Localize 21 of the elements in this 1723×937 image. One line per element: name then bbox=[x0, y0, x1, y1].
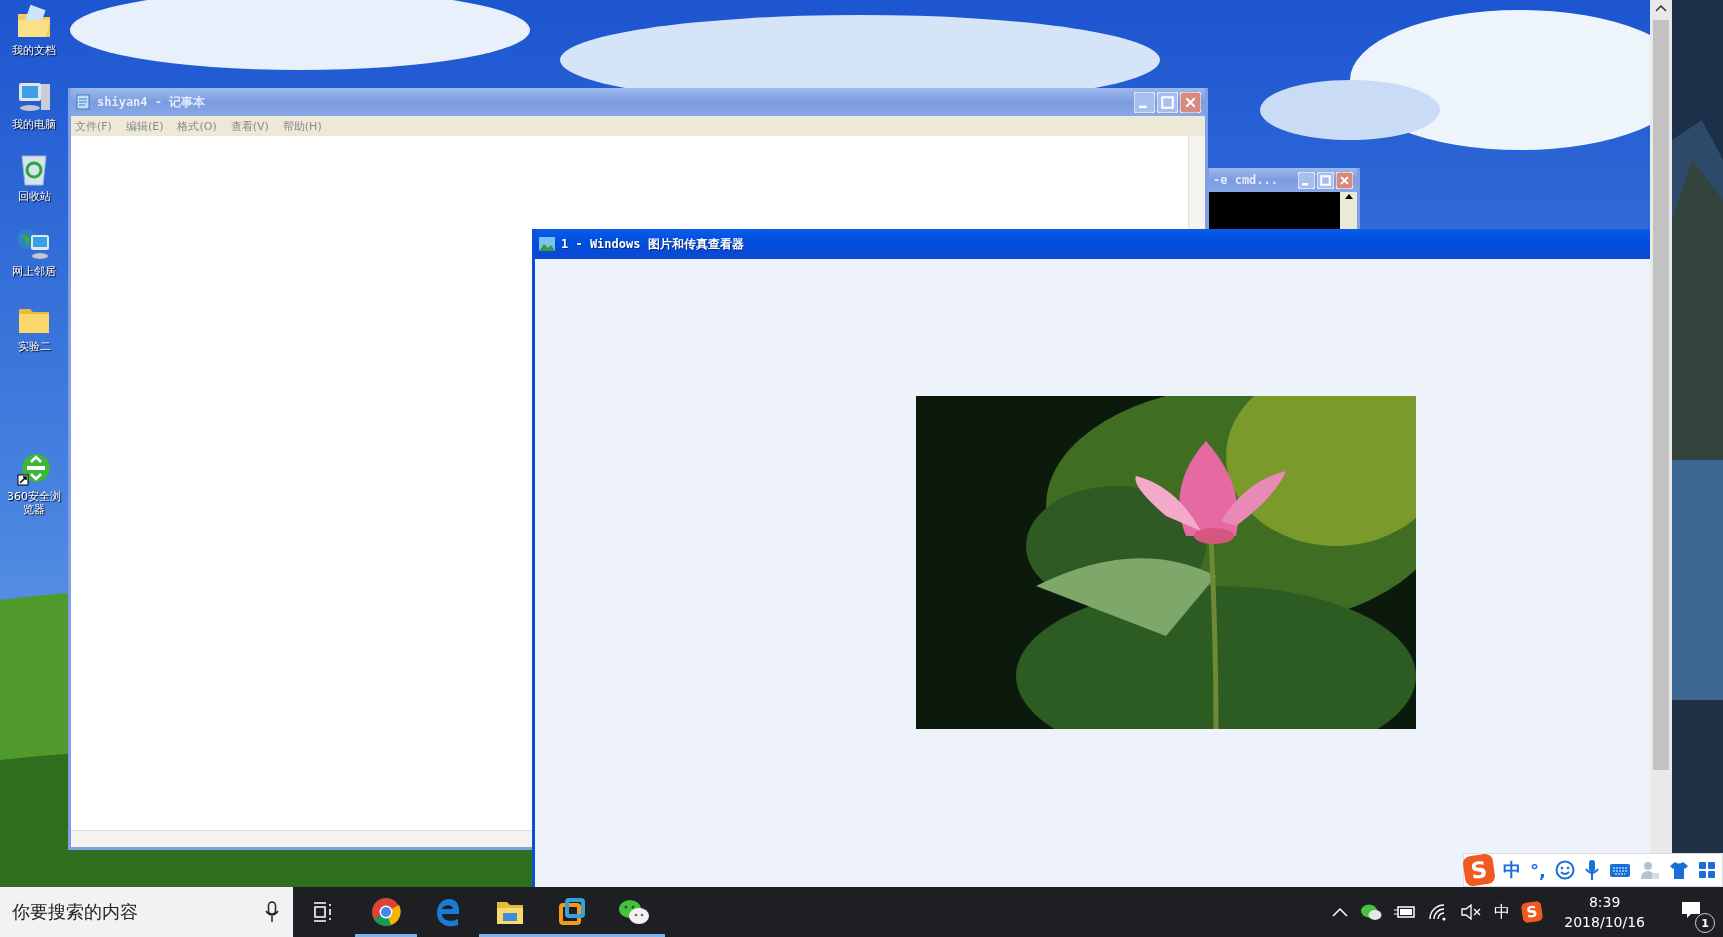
muted-speaker-icon[interactable] bbox=[1460, 903, 1483, 921]
chat-bubbles-icon[interactable] bbox=[1360, 903, 1383, 921]
search-bar[interactable]: 你要搜索的内容 bbox=[0, 887, 293, 937]
time-text: 8:39 bbox=[1588, 893, 1621, 912]
date-text: 2018/10/16 bbox=[1564, 913, 1645, 932]
scroll-up-icon[interactable] bbox=[1655, 4, 1667, 12]
battery-icon[interactable] bbox=[1394, 905, 1417, 919]
clock[interactable]: 8:39 2018/10/16 bbox=[1554, 892, 1655, 932]
input-language-indicator[interactable]: 中 bbox=[1494, 901, 1511, 923]
virtual-machine-icon bbox=[557, 897, 587, 927]
chat-bubbles-icon bbox=[618, 897, 650, 927]
search-field[interactable]: 你要搜索的内容 bbox=[10, 900, 265, 924]
notification-button[interactable]: 1 bbox=[1675, 887, 1715, 937]
chevron-up-icon[interactable] bbox=[1332, 907, 1349, 917]
shirt-icon[interactable] bbox=[1668, 860, 1689, 880]
notification-icon bbox=[1681, 901, 1701, 919]
notification-count: 1 bbox=[1695, 913, 1715, 933]
chrome-icon bbox=[371, 897, 401, 927]
input-method-logo[interactable]: S bbox=[1521, 900, 1544, 924]
microphone-icon[interactable] bbox=[265, 901, 279, 923]
grid-icon[interactable] bbox=[1697, 861, 1716, 879]
